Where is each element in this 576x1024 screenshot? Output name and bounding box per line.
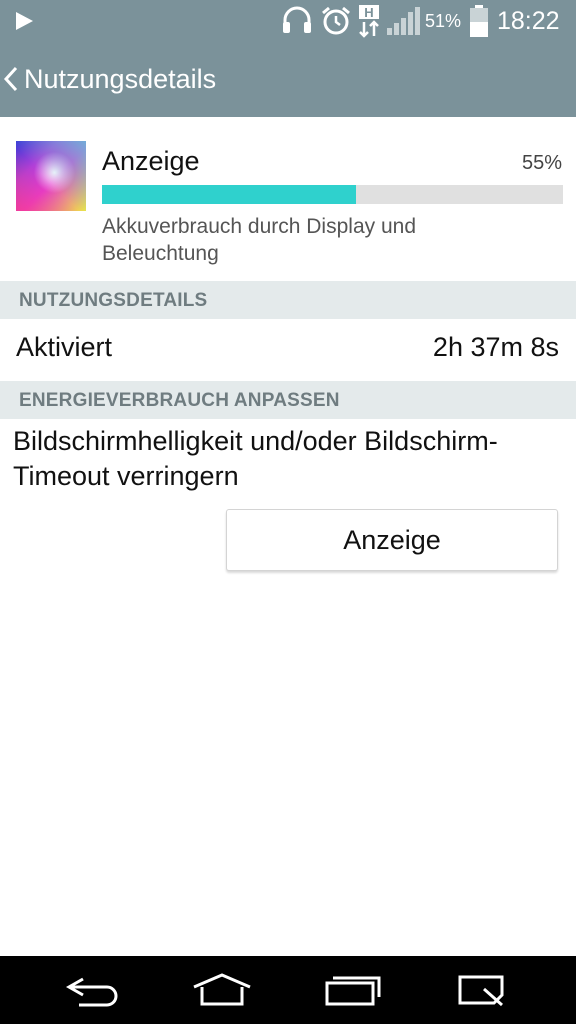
back-icon (65, 977, 118, 1007)
section-header-energy: ENERGIEVERBRAUCH ANPASSEN (0, 381, 576, 419)
usage-progress-fill (102, 185, 356, 204)
home-icon (193, 973, 251, 1006)
clock: 18:22 (497, 6, 560, 35)
quick-memo-icon (458, 975, 504, 1007)
nav-back-button[interactable] (43, 956, 143, 1024)
battery-icon (470, 5, 488, 37)
app-description: Akkuverbrauch durch Display und Beleucht… (102, 215, 416, 265)
usage-progress-bar (102, 185, 563, 204)
navigation-bar (0, 956, 576, 1024)
nav-home-button[interactable] (172, 956, 272, 1024)
activated-duration: 2h 37m 8s (432, 332, 559, 362)
signal-icon (387, 7, 420, 35)
section-title: ENERGIEVERBRAUCH ANPASSEN (19, 390, 340, 411)
back-chevron-icon[interactable] (2, 66, 22, 92)
status-bar: H 51% 18:22 (0, 0, 576, 42)
svg-text:H: H (364, 5, 373, 20)
activated-label: Aktiviert (16, 332, 113, 362)
app-name: Anzeige (102, 146, 200, 176)
headset-icon (283, 6, 311, 33)
nav-recent-apps-button[interactable] (303, 956, 403, 1024)
play-icon (16, 12, 33, 30)
page-title[interactable]: Nutzungsdetails (24, 62, 216, 96)
app-header: Nutzungsdetails (0, 42, 576, 117)
nav-quick-memo-button[interactable] (432, 956, 532, 1024)
hspa-data-icon: H (359, 5, 379, 38)
display-settings-button[interactable]: Anzeige (226, 509, 558, 571)
section-header-usage: NUTZUNGSDETAILS (0, 281, 576, 319)
recent-apps-icon (325, 976, 381, 1006)
usage-percent: 55% (521, 152, 562, 174)
section-title: NUTZUNGSDETAILS (19, 290, 208, 311)
alarm-icon (322, 6, 350, 35)
battery-percent: 51% (425, 10, 462, 31)
app-thumbnail (16, 141, 86, 211)
energy-tip: Bildschirmhelligkeit und/oder Bildschirm… (13, 426, 498, 491)
